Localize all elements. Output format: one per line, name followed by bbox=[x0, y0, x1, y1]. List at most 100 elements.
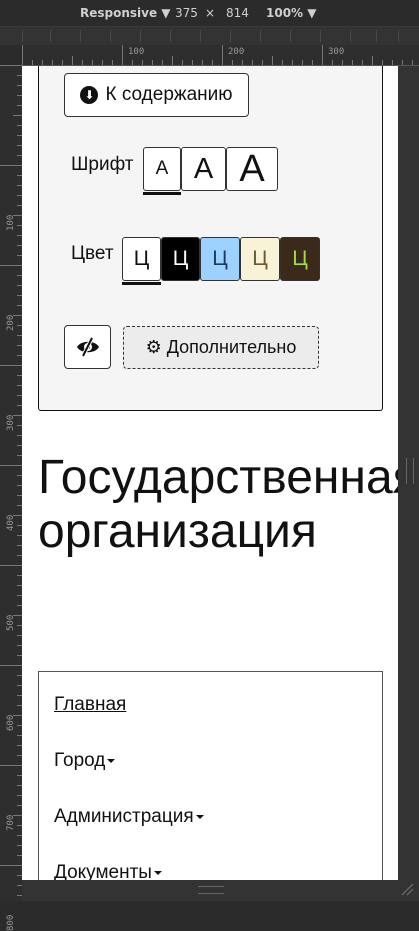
ruler-tick bbox=[13, 715, 22, 716]
ruler-label: 100 bbox=[6, 214, 16, 231]
color-black-button[interactable]: Ц bbox=[161, 237, 200, 281]
more-settings-button[interactable]: ⚙ Дополнительно bbox=[123, 326, 319, 369]
ruler-label: 400 bbox=[6, 514, 16, 531]
ruler-tick bbox=[0, 665, 22, 666]
ruler-tick bbox=[302, 60, 303, 65]
ruler-label: 600 bbox=[6, 714, 16, 731]
ruler-tick bbox=[22, 45, 23, 65]
ruler-tick bbox=[212, 60, 213, 65]
devtools-toolbar: Responsive ▼ 375 × 814 100% ▼ bbox=[0, 0, 419, 26]
main-navigation: Главная Город Администрация Документы bbox=[38, 671, 383, 880]
ruler-label: 300 bbox=[6, 414, 16, 431]
nav-item-label: Администрация bbox=[54, 806, 194, 827]
color-beige-button[interactable]: Ц bbox=[240, 237, 280, 281]
ruler-tick bbox=[72, 56, 73, 65]
ruler-tick bbox=[13, 615, 22, 616]
ruler-tick bbox=[272, 56, 273, 65]
ruler-tick bbox=[0, 365, 22, 366]
ruler-tick bbox=[202, 60, 203, 65]
page-viewport: ⬇ К содержанию Шрифт А А А Цвет Ц Ц Ц Ц … bbox=[22, 66, 398, 880]
arrow-down-circle-icon: ⬇ bbox=[80, 86, 99, 104]
ruler-tick bbox=[0, 765, 22, 766]
font-selected-indicator bbox=[143, 192, 181, 195]
resize-handle-bottom[interactable] bbox=[198, 886, 224, 894]
horizontal-ruler: 100 200 300 bbox=[22, 45, 419, 66]
ruler-tick bbox=[0, 65, 22, 66]
ruler-label: 200 bbox=[228, 47, 245, 57]
accessibility-panel: ⬇ К содержанию Шрифт А А А Цвет Ц Ц Ц Ц … bbox=[38, 66, 383, 411]
ruler-tick bbox=[342, 60, 343, 65]
ruler-tick bbox=[242, 60, 243, 65]
ruler-tick bbox=[182, 60, 183, 65]
ruler-tick bbox=[82, 60, 83, 65]
viewport-height[interactable]: 814 bbox=[226, 6, 249, 20]
eye-slash-icon bbox=[76, 337, 99, 357]
ruler-tick bbox=[162, 60, 163, 65]
to-contents-button[interactable]: ⬇ К содержанию bbox=[64, 73, 249, 117]
ruler-tick bbox=[252, 60, 253, 65]
ruler-tick bbox=[13, 115, 22, 116]
resize-handle-right[interactable] bbox=[406, 458, 414, 484]
ruler-tick bbox=[13, 415, 22, 416]
hide-images-button[interactable] bbox=[64, 325, 111, 369]
ruler-tick bbox=[352, 60, 353, 65]
ruler-tick bbox=[282, 60, 283, 65]
nav-item-city[interactable]: Город bbox=[54, 750, 116, 772]
resize-handle-corner[interactable] bbox=[400, 882, 414, 896]
ruler-tick bbox=[402, 60, 403, 65]
ruler-tick bbox=[0, 565, 22, 566]
caret-down-icon bbox=[153, 870, 162, 875]
zoom-selector[interactable]: 100% ▼ bbox=[266, 6, 316, 20]
nav-item-documents[interactable]: Документы bbox=[54, 862, 162, 880]
ruler-label: 200 bbox=[6, 314, 16, 331]
nav-item-home[interactable]: Главная bbox=[54, 694, 126, 716]
ruler-tick bbox=[13, 515, 22, 516]
ruler-tick bbox=[392, 60, 393, 65]
ruler-tick bbox=[122, 45, 123, 65]
ruler-tick bbox=[222, 45, 223, 65]
nav-item-administration[interactable]: Администрация bbox=[54, 806, 204, 828]
ruler-tick bbox=[112, 60, 113, 65]
ruler-tick bbox=[412, 60, 413, 65]
device-selector[interactable]: Responsive ▼ bbox=[80, 6, 171, 20]
ruler-tick bbox=[132, 60, 133, 65]
ruler-tick bbox=[52, 60, 53, 65]
media-query-bar bbox=[0, 26, 419, 45]
ruler-label: 700 bbox=[6, 814, 16, 831]
font-size-medium-button[interactable]: А bbox=[181, 147, 226, 191]
ruler-tick bbox=[62, 60, 63, 65]
ruler-tick bbox=[102, 60, 103, 65]
dimension-separator: × bbox=[205, 6, 216, 20]
font-size-small-button[interactable]: А bbox=[143, 147, 181, 191]
color-selected-indicator bbox=[122, 282, 161, 285]
color-white-button[interactable]: Ц bbox=[122, 237, 161, 281]
nav-item-label: Город bbox=[54, 750, 106, 771]
color-scheme-label: Цвет bbox=[71, 243, 114, 264]
ruler-label: 300 bbox=[328, 47, 345, 57]
ruler-label: 800 bbox=[6, 914, 16, 931]
ruler-tick bbox=[372, 56, 373, 65]
font-size-label: Шрифт bbox=[71, 154, 134, 175]
ruler-tick bbox=[292, 60, 293, 65]
ruler-tick bbox=[0, 265, 22, 266]
ruler-tick bbox=[152, 60, 153, 65]
ruler-tick bbox=[13, 315, 22, 316]
gear-icon: ⚙ bbox=[145, 337, 162, 357]
ruler-tick bbox=[13, 215, 22, 216]
ruler-tick bbox=[382, 60, 383, 65]
caret-down-icon bbox=[195, 814, 204, 819]
color-brown-button[interactable]: Ц bbox=[280, 237, 320, 281]
nav-item-label: Документы bbox=[54, 862, 152, 880]
ruler-tick bbox=[142, 60, 143, 65]
ruler-tick bbox=[32, 60, 33, 65]
ruler-tick bbox=[332, 60, 333, 65]
color-blue-button[interactable]: Ц bbox=[200, 237, 240, 281]
ruler-label: 100 bbox=[128, 47, 145, 57]
ruler-tick bbox=[232, 60, 233, 65]
viewport-width[interactable]: 375 bbox=[175, 6, 198, 20]
ruler-tick bbox=[322, 45, 323, 65]
font-size-large-button[interactable]: А bbox=[226, 147, 278, 191]
ruler-tick bbox=[13, 815, 22, 816]
more-settings-label: Дополнительно bbox=[166, 337, 297, 357]
ruler-tick bbox=[192, 60, 193, 65]
